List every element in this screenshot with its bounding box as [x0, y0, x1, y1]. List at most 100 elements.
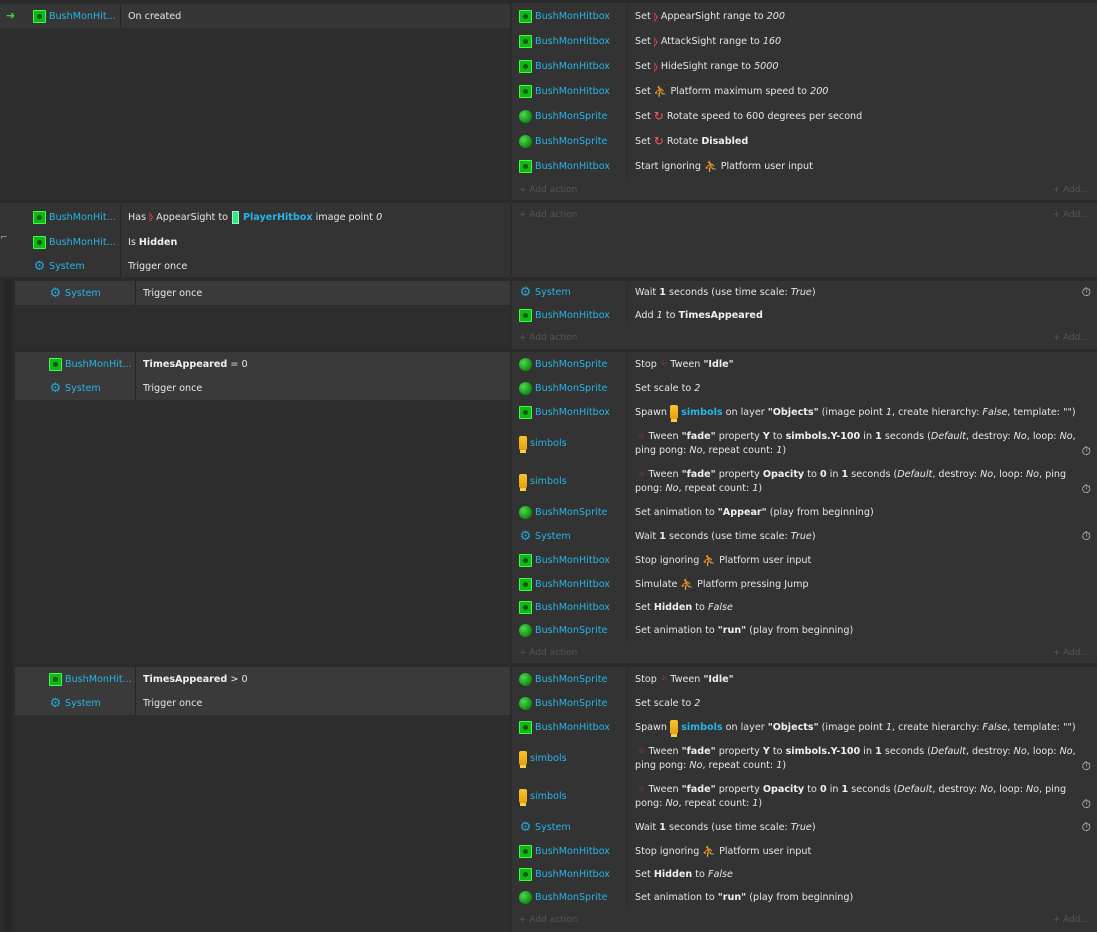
action-row[interactable]: BushMonSprite Set animation to "Appear" … [512, 500, 1097, 524]
action-row[interactable]: BushMonHitbox Set ⦊ AttackSight range to 1… [512, 29, 1097, 54]
action-object[interactable]: BushMonHitbox [519, 304, 610, 327]
action-row[interactable]: BushMonHitbox Set Hidden to False [512, 863, 1097, 886]
action-object[interactable]: ⚙ System [519, 815, 571, 839]
action-object[interactable]: ⚙ System [519, 524, 571, 548]
action-row[interactable]: BushMonHitbox Set Hidden to False [512, 596, 1097, 619]
conditions-area[interactable]: BushMonHit... TimesAppeared = 0 ⚙ System … [15, 352, 510, 663]
condition-object[interactable]: BushMonHit... [33, 205, 116, 229]
condition-row[interactable]: ⚙ System Trigger once [15, 281, 510, 305]
action-object[interactable]: BushMonHitbox [519, 4, 610, 29]
action-object[interactable]: BushMonSprite [519, 376, 607, 400]
action-object[interactable]: simbols [519, 424, 567, 462]
actions-area[interactable]: + Add action + Add... [512, 203, 1097, 277]
action-object[interactable]: simbols [519, 777, 567, 815]
actions-area[interactable]: BushMonHitbox Set ⦊ AppearSight range to 2… [512, 3, 1097, 200]
action-object[interactable]: BushMonSprite [519, 886, 607, 909]
action-object[interactable]: BushMonSprite [519, 619, 607, 642]
conditions-area[interactable]: BushMonHit... TimesAppeared > 0 ⚙ System … [15, 667, 510, 932]
conditions-area[interactable]: ⌐ BushMonHit... Has ⦊ AppearSight to Player… [0, 203, 510, 278]
action-row[interactable]: simbols ⁘ Tween "fade" property Opacity t… [512, 777, 1097, 815]
action-object[interactable]: BushMonSprite [519, 129, 607, 154]
condition-object[interactable]: ⚙ System [49, 691, 101, 715]
action-object[interactable]: BushMonHitbox [519, 79, 610, 104]
actions-area[interactable]: ⚙ System Wait 1 seconds (use time scale: … [512, 281, 1097, 349]
event-on-created[interactable]: ➜ BushMonHit... On created BushMonHitbox… [0, 3, 1097, 200]
add-button[interactable]: + Add... [1053, 210, 1089, 220]
add-action-button[interactable]: + Add action [519, 210, 577, 220]
actions-area[interactable]: BushMonSprite Stop ⁘ Tween "Idle" BushMonS… [512, 352, 1097, 663]
action-row[interactable]: BushMonSprite Set ↻ Rotate Disabled [512, 129, 1097, 154]
action-object[interactable]: BushMonHitbox [519, 839, 610, 863]
condition-object[interactable]: BushMonHit... [49, 667, 132, 691]
condition-object[interactable]: ⚙ System [49, 376, 101, 400]
action-row[interactable]: ⚙ System Wait 1 seconds (use time scale: … [512, 524, 1097, 548]
add-action-button[interactable]: + Add action [519, 648, 577, 658]
condition-row[interactable]: BushMonHit... Has ⦊ AppearSight to PlayerHi… [0, 205, 510, 229]
event-times-appeared-greater[interactable]: BushMonHit... TimesAppeared > 0 ⚙ System … [15, 667, 1097, 932]
action-row[interactable]: BushMonSprite Stop ⁘ Tween "Idle" [512, 352, 1097, 376]
add-action-button[interactable]: + Add action [519, 185, 577, 195]
action-row[interactable]: simbols ⁘ Tween "fade" property Y to simb… [512, 739, 1097, 777]
condition-object[interactable]: ⚙ System [33, 254, 85, 278]
action-row[interactable]: BushMonSprite Stop ⁘ Tween "Idle" [512, 667, 1097, 691]
action-object[interactable]: BushMonHitbox [519, 154, 610, 179]
action-object[interactable]: ⚙ System [519, 281, 571, 304]
action-row[interactable]: BushMonSprite Set animation to "run" (pl… [512, 619, 1097, 642]
add-button[interactable]: + Add... [1053, 333, 1089, 343]
action-object[interactable]: BushMonHitbox [519, 596, 610, 619]
condition-object[interactable]: BushMonHit... [49, 352, 132, 376]
action-row[interactable]: simbols ⁘ Tween "fade" property Opacity t… [512, 462, 1097, 500]
action-row[interactable]: BushMonSprite Set animation to "run" (pl… [512, 886, 1097, 909]
add-button[interactable]: + Add... [1053, 648, 1089, 658]
event-trigger-once[interactable]: ⚙ System Trigger once ⚙ System Wait 1 seco… [15, 281, 1097, 349]
action-row[interactable]: BushMonHitbox Stop ignoring ⛹ Platform use… [512, 548, 1097, 572]
action-object[interactable]: BushMonHitbox [519, 29, 610, 54]
action-object[interactable]: BushMonSprite [519, 667, 607, 691]
action-object[interactable]: BushMonHitbox [519, 572, 610, 596]
condition-row[interactable]: BushMonHit... Is Hidden [0, 230, 510, 254]
condition-object[interactable]: BushMonHit... [33, 230, 116, 254]
action-row[interactable]: BushMonHitbox Set ⦊ HideSight range to 500… [512, 54, 1097, 79]
condition-row[interactable]: ⚙ System Trigger once [15, 691, 510, 715]
action-row[interactable]: BushMonHitbox Simulate ⛹ Platform pressing… [512, 572, 1097, 596]
add-button[interactable]: + Add... [1053, 915, 1089, 925]
action-object[interactable]: BushMonSprite [519, 500, 607, 524]
conditions-area[interactable]: ⚙ System Trigger once [15, 281, 510, 349]
action-object[interactable]: BushMonHitbox [519, 863, 610, 886]
action-row[interactable]: BushMonHitbox Set ⛹ Platform maximum speed… [512, 79, 1097, 104]
action-object[interactable]: BushMonSprite [519, 104, 607, 129]
action-object[interactable]: simbols [519, 739, 567, 777]
condition-row[interactable]: ⚙ System Trigger once [0, 254, 510, 278]
action-object[interactable]: BushMonHitbox [519, 400, 610, 424]
add-action-button[interactable]: + Add action [519, 333, 577, 343]
action-row[interactable]: BushMonHitbox Start ignoring ⛹ Platform us… [512, 154, 1097, 179]
event-appear-sight[interactable]: ⌐ BushMonHit... Has ⦊ AppearSight to Player… [0, 203, 1097, 278]
action-object[interactable]: BushMonSprite [519, 352, 607, 376]
conditions-area[interactable]: ➜ BushMonHit... On created [0, 3, 510, 200]
action-row[interactable]: BushMonSprite Set scale to 2 [512, 691, 1097, 715]
action-object[interactable]: simbols [519, 462, 567, 500]
add-button[interactable]: + Add... [1053, 185, 1089, 195]
condition-row[interactable]: BushMonHit... TimesAppeared > 0 [15, 667, 510, 691]
action-row[interactable]: BushMonHitbox Stop ignoring ⛹ Platform use… [512, 839, 1097, 863]
actions-area[interactable]: BushMonSprite Stop ⁘ Tween "Idle" BushMonS… [512, 667, 1097, 932]
condition-row[interactable]: ⚙ System Trigger once [15, 376, 510, 400]
action-object[interactable]: BushMonHitbox [519, 715, 610, 739]
add-action-button[interactable]: + Add action [519, 915, 577, 925]
action-object[interactable]: BushMonHitbox [519, 548, 610, 572]
action-row[interactable]: BushMonHitbox Add 1 to TimesAppeared [512, 304, 1097, 327]
action-row[interactable]: BushMonSprite Set ↻ Rotate speed to 600 de… [512, 104, 1097, 129]
action-row[interactable]: BushMonHitbox Set ⦊ AppearSight range to 2… [512, 4, 1097, 29]
condition-object[interactable]: BushMonHit... [33, 4, 116, 28]
action-row[interactable]: ⚙ System Wait 1 seconds (use time scale: … [512, 281, 1097, 304]
condition-row[interactable]: ➜ BushMonHit... On created [0, 4, 510, 28]
action-row[interactable]: BushMonHitbox Spawn simbols on layer "Ob… [512, 400, 1097, 424]
action-row[interactable]: ⚙ System Wait 1 seconds (use time scale: … [512, 815, 1097, 839]
condition-row[interactable]: BushMonHit... TimesAppeared = 0 [15, 352, 510, 376]
action-object[interactable]: BushMonSprite [519, 691, 607, 715]
event-times-appeared-zero[interactable]: BushMonHit... TimesAppeared = 0 ⚙ System … [15, 352, 1097, 663]
action-row[interactable]: simbols ⁘ Tween "fade" property Y to simb… [512, 424, 1097, 462]
action-row[interactable]: BushMonHitbox Spawn simbols on layer "Ob… [512, 715, 1097, 739]
action-row[interactable]: BushMonSprite Set scale to 2 [512, 376, 1097, 400]
action-object[interactable]: BushMonHitbox [519, 54, 610, 79]
